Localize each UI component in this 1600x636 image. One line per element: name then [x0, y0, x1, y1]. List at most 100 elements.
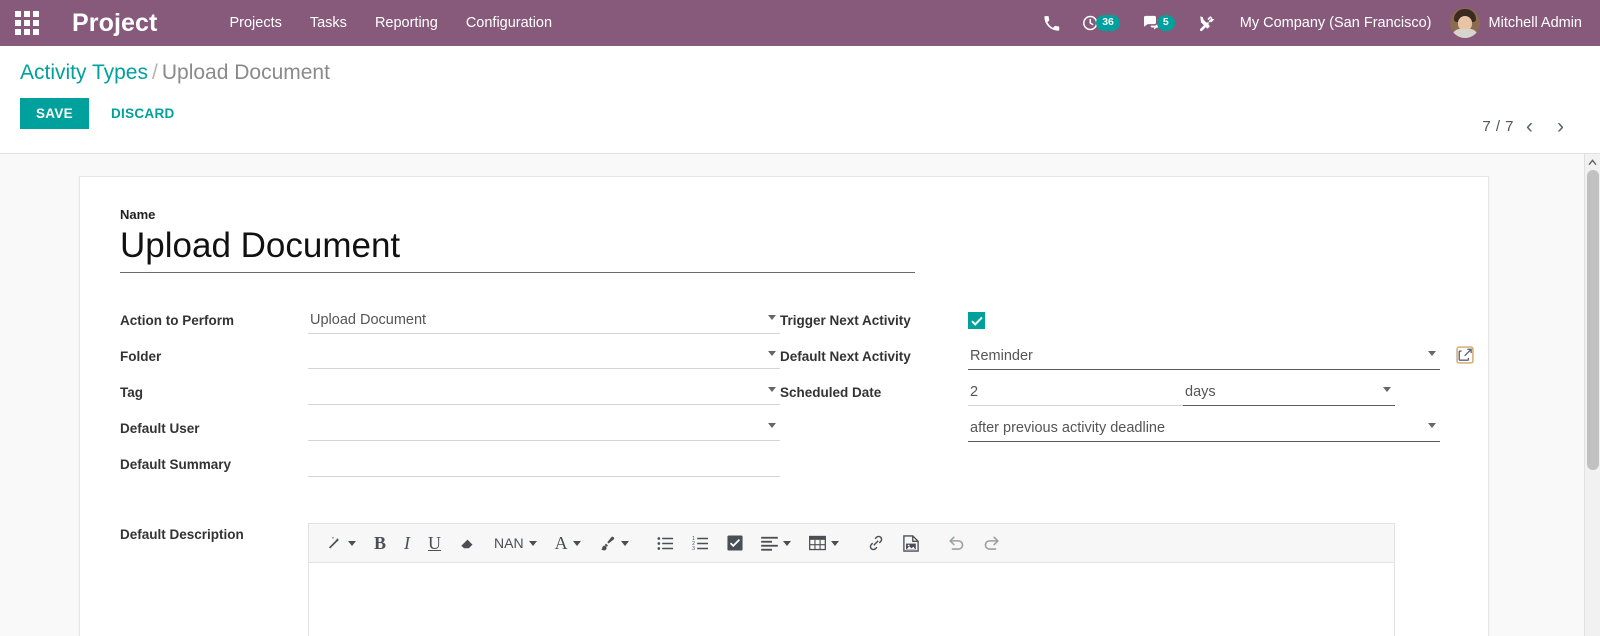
activities-button[interactable]: 36	[1071, 0, 1131, 46]
svg-text:3: 3	[692, 546, 695, 551]
chevron-down-icon	[348, 540, 356, 546]
redo-button[interactable]	[974, 528, 1010, 558]
control-panel: Activity Types / Upload Document SAVE DISC…	[0, 46, 1600, 154]
insert-link-button[interactable]	[858, 528, 894, 558]
name-field-label: Name	[120, 207, 156, 222]
scheduled-date-amount-input[interactable]: 2	[968, 381, 1183, 406]
eraser-icon	[461, 539, 473, 549]
name-input[interactable]	[120, 224, 915, 273]
scheduled-date-label: Scheduled Date	[780, 385, 882, 400]
font-color-button[interactable]: A	[546, 528, 590, 558]
tag-select[interactable]	[308, 381, 780, 405]
phone-icon	[1044, 15, 1060, 31]
table-button[interactable]	[800, 528, 848, 558]
bulleted-list-button[interactable]	[648, 528, 683, 558]
field-scheduled-date: Scheduled Date 2 days	[780, 381, 1440, 407]
editor-toolbar: B I U NAN A 1 2 3	[309, 524, 1394, 563]
field-scheduled-date-reference: after previous activity deadline	[780, 417, 1440, 443]
font-size-value: NAN	[494, 535, 524, 551]
underline-button[interactable]: U	[419, 528, 450, 558]
trigger-next-activity-checkbox[interactable]	[968, 312, 985, 329]
undo-icon	[948, 536, 963, 550]
menu-item-projects[interactable]: Projects	[215, 0, 295, 46]
description-editor-body[interactable]	[309, 563, 1394, 636]
record-action-buttons: SAVE DISCARD	[20, 98, 1580, 129]
field-tag: Tag	[120, 381, 780, 407]
breadcrumb: Activity Types / Upload Document	[20, 60, 1580, 86]
checkbox-icon	[727, 535, 743, 551]
navbar-right-group: 36 5 My Company (San Francisco) Mitchell…	[1032, 0, 1600, 46]
bold-button[interactable]: B	[365, 528, 395, 558]
style-wand-button[interactable]	[317, 528, 365, 558]
font-size-select[interactable]: NAN	[485, 528, 546, 558]
scroll-up-button[interactable]	[1585, 154, 1600, 170]
company-switcher[interactable]: My Company (San Francisco)	[1226, 15, 1446, 31]
numbered-list-icon: 1 2 3	[692, 536, 708, 551]
align-button[interactable]	[752, 528, 800, 558]
chevron-up-icon	[1588, 158, 1597, 165]
breadcrumb-activity-types[interactable]: Activity Types	[20, 61, 148, 84]
form-sheet: Name Action to Perform Upload Document F…	[79, 176, 1489, 636]
messages-button[interactable]: 5	[1131, 0, 1186, 46]
form-columns: Action to Perform Upload Document Folder	[120, 309, 1474, 489]
chevron-right-icon[interactable]: ›	[1545, 116, 1576, 137]
menu-item-configuration[interactable]: Configuration	[452, 0, 566, 46]
phone-button[interactable]	[1032, 0, 1071, 46]
folder-label: Folder	[120, 349, 162, 364]
breadcrumb-current-record: Upload Document	[161, 61, 330, 84]
pager-count: 7 / 7	[1482, 118, 1514, 135]
undo-button[interactable]	[938, 528, 974, 558]
username-label: Mitchell Admin	[1488, 15, 1582, 31]
discard-button[interactable]: DISCARD	[97, 98, 189, 129]
app-brand-title[interactable]: Project	[54, 9, 167, 38]
default-summary-input[interactable]	[308, 453, 780, 477]
scheduled-date-unit-wrap: days	[1183, 381, 1395, 406]
scrollbar-thumb[interactable]	[1587, 170, 1599, 470]
checkmark-icon	[970, 316, 983, 326]
tools-icon	[1199, 15, 1214, 32]
style-wand-icon	[328, 536, 340, 549]
debug-tools-button[interactable]	[1186, 0, 1226, 46]
user-menu[interactable]: Mitchell Admin	[1446, 8, 1590, 38]
trigger-next-activity-label: Trigger Next Activity	[780, 313, 911, 328]
scheduled-date-unit-select[interactable]: days	[1183, 381, 1395, 406]
redo-icon	[984, 536, 999, 550]
menu-item-tasks[interactable]: Tasks	[296, 0, 361, 46]
folder-select[interactable]	[308, 345, 780, 369]
default-next-activity-open-button[interactable]	[1456, 346, 1474, 369]
apps-menu-button[interactable]	[0, 0, 54, 46]
checklist-button[interactable]	[718, 528, 752, 558]
scheduled-date-reference-select[interactable]: after previous activity deadline	[968, 417, 1440, 442]
action-to-perform-select[interactable]: Upload Document	[308, 309, 780, 334]
numbered-list-button[interactable]: 1 2 3	[683, 528, 718, 558]
align-left-icon	[760, 536, 778, 551]
field-default-summary: Default Summary	[120, 453, 780, 479]
field-folder: Folder	[120, 345, 780, 371]
save-button[interactable]: SAVE	[20, 98, 89, 129]
italic-button[interactable]: I	[395, 528, 419, 558]
scheduled-date-reference-spacer	[780, 417, 968, 420]
field-default-next-activity: Default Next Activity Reminder	[780, 345, 1474, 371]
background-color-button[interactable]	[590, 528, 638, 558]
insert-image-button[interactable]	[894, 528, 928, 558]
scheduled-date-row: 2 days	[968, 381, 1440, 406]
font-color-letter: A	[554, 532, 568, 553]
link-icon	[869, 535, 882, 551]
remove-format-button[interactable]	[450, 528, 485, 558]
field-default-description: Default Description B I U NAN A 1 2 3	[120, 523, 1448, 636]
form-column-left: Action to Perform Upload Document Folder	[120, 309, 780, 489]
default-user-select[interactable]	[308, 417, 780, 441]
default-next-activity-select[interactable]: Reminder	[968, 345, 1440, 370]
vertical-scrollbar[interactable]	[1584, 154, 1600, 636]
scheduled-date-amount-wrap: 2	[968, 381, 1183, 406]
description-editor: B I U NAN A 1 2 3	[308, 523, 1395, 636]
chevron-down-icon	[830, 540, 839, 546]
field-action-to-perform: Action to Perform Upload Document	[120, 309, 780, 335]
chevron-down-icon	[620, 540, 629, 546]
menu-item-reporting[interactable]: Reporting	[361, 0, 452, 46]
default-next-activity-label: Default Next Activity	[780, 349, 911, 364]
field-trigger-next-activity: Trigger Next Activity	[780, 309, 1440, 335]
breadcrumb-separator: /	[152, 61, 158, 84]
bulleted-list-icon	[657, 536, 673, 550]
chevron-left-icon[interactable]: ‹	[1514, 116, 1545, 137]
